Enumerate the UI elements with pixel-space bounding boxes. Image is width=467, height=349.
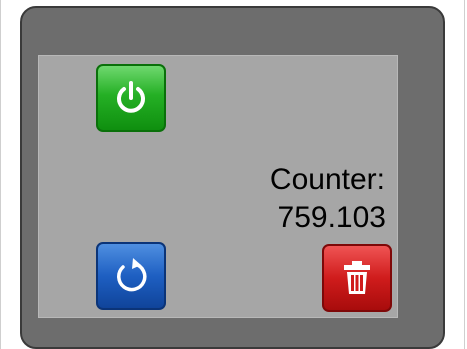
counter-value: 759.103 [277,201,386,234]
power-button[interactable] [96,64,166,132]
refresh-icon [109,254,153,298]
delete-button[interactable] [322,244,392,312]
power-icon [111,78,151,118]
trash-icon [339,258,375,298]
counter-label: Counter: [269,163,385,196]
reset-button[interactable] [96,242,166,310]
text-cursor-gap [386,158,396,196]
